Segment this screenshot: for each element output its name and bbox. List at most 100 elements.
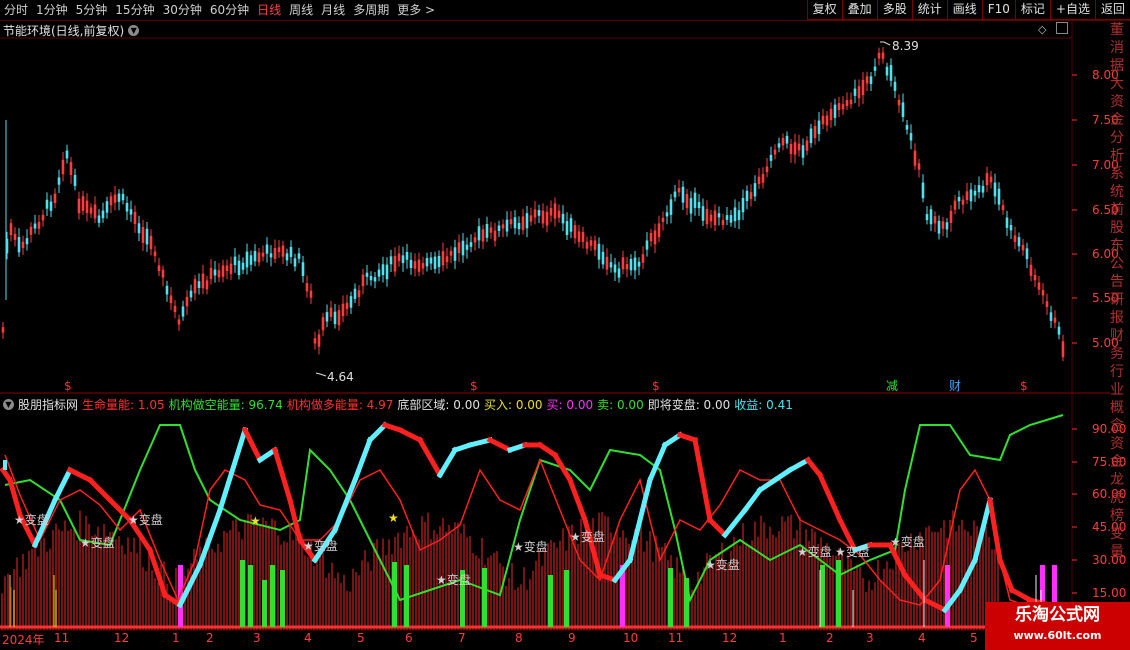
- sell-bar: [668, 568, 673, 627]
- candle-body: [325, 312, 329, 322]
- candle-body: [97, 215, 101, 223]
- candle-body: [465, 244, 469, 250]
- toolbar-button[interactable]: +自选: [1049, 0, 1095, 20]
- candle-body: [545, 211, 549, 226]
- candle-body: [829, 108, 833, 121]
- indicator-name[interactable]: 股朋指标网: [18, 396, 78, 413]
- tab-timeframe[interactable]: 日线: [253, 0, 285, 20]
- candle-body: [593, 240, 597, 250]
- candle-body: [713, 210, 717, 226]
- indicator-header: ▼ 股朋指标网 生命量能: 1.05 机构做空能量: 96.74 机构做多能量: 4…: [3, 396, 797, 413]
- event-marker[interactable]: 财: [949, 379, 961, 393]
- tab-timeframe[interactable]: 周线: [285, 0, 317, 20]
- candle-body: [69, 162, 73, 176]
- candle-body: [389, 256, 393, 265]
- candle-body: [305, 283, 309, 292]
- trend-segment: [804, 456, 824, 479]
- x-tick-label: 8: [515, 631, 523, 645]
- candle-body: [925, 214, 929, 221]
- candle-body: [541, 210, 545, 224]
- candle-body: [577, 231, 581, 242]
- main-chart-title: 节能环境(日线,前复权) ▼: [3, 22, 140, 39]
- diamond-icon[interactable]: ◇: [1038, 23, 1046, 37]
- x-tick-label: 1: [172, 631, 180, 645]
- candle-body: [1001, 205, 1005, 211]
- candle-body: [297, 253, 301, 259]
- chart-canvas: ★ ★: [0, 20, 1110, 631]
- candle-body: [949, 210, 953, 223]
- event-marker[interactable]: $: [64, 379, 72, 393]
- toolbar-button[interactable]: F10: [981, 0, 1015, 20]
- x-tick-label: 4: [304, 631, 312, 645]
- candle-body: [929, 209, 933, 225]
- collapse-icon[interactable]: [1056, 22, 1068, 34]
- x-tick-label: 12: [722, 631, 738, 645]
- candle-body: [633, 257, 637, 271]
- watermark-url: www.60lt.com: [1013, 629, 1102, 642]
- candle-body: [373, 277, 377, 282]
- candle-body: [309, 290, 313, 298]
- candle-body: [845, 99, 849, 107]
- watermark: 乐淘公式网 www.60lt.com: [985, 602, 1130, 650]
- candle-body: [709, 214, 713, 222]
- event-marker[interactable]: $: [470, 379, 478, 393]
- tab-timeframe[interactable]: 月线: [317, 0, 349, 20]
- candle-body: [765, 166, 769, 173]
- toolbar-button[interactable]: 复权: [806, 0, 842, 20]
- chevron-down-icon[interactable]: ▼: [3, 399, 14, 410]
- candle-body: [757, 176, 761, 184]
- candle-body: [189, 290, 193, 298]
- tab-timeframe[interactable]: 5分钟: [72, 0, 112, 20]
- candle-body: [165, 285, 169, 295]
- sell-bar: [248, 565, 253, 627]
- candle-body: [861, 79, 865, 96]
- candle-body: [957, 196, 961, 202]
- event-marker[interactable]: $: [1020, 379, 1028, 393]
- toolbar-button[interactable]: 画线: [946, 0, 982, 20]
- candle-body: [445, 256, 449, 263]
- candle-body: [813, 126, 817, 139]
- candle-body: [193, 279, 197, 294]
- tab-timeframe[interactable]: 多周期: [349, 0, 393, 20]
- candle-body: [933, 216, 937, 224]
- sell-bar: [836, 560, 841, 627]
- candle-body: [93, 204, 97, 219]
- candle-body: [673, 191, 677, 198]
- toolbar-button[interactable]: 返回: [1094, 0, 1130, 20]
- tab-timeframe[interactable]: 1分钟: [32, 0, 72, 20]
- tab-timeframe[interactable]: 更多 >: [393, 0, 439, 20]
- tab-timeframe[interactable]: 30分钟: [159, 0, 206, 20]
- candle-body: [529, 215, 533, 222]
- trend-segment: [216, 426, 249, 514]
- toolbar-button[interactable]: 多股: [876, 0, 912, 20]
- candle-body: [169, 295, 173, 304]
- event-marker[interactable]: 减: [886, 379, 898, 393]
- candle-body: [357, 290, 361, 298]
- toolbar-button[interactable]: 标记: [1014, 0, 1050, 20]
- candle-body: [173, 305, 177, 313]
- toolbar-button[interactable]: 叠加: [841, 0, 877, 20]
- watermark-title: 乐淘公式网: [1015, 605, 1100, 625]
- tab-timeframe[interactable]: 15分钟: [111, 0, 158, 20]
- indicator-readout: 卖: 0.00: [597, 398, 644, 412]
- x-tick-label: 4: [918, 631, 926, 645]
- candle-body: [1033, 274, 1037, 281]
- candle-body: [705, 209, 709, 225]
- tab-timeframe[interactable]: 分时: [0, 0, 32, 20]
- tab-timeframe[interactable]: 60分钟: [206, 0, 253, 20]
- candle-body: [1009, 225, 1013, 231]
- candle-body: [81, 196, 85, 211]
- candle-body: [281, 245, 285, 257]
- candle-body: [837, 103, 841, 111]
- candle-body: [641, 254, 645, 263]
- event-marker[interactable]: $: [652, 379, 660, 393]
- candle-body: [157, 265, 161, 272]
- toolbar-button[interactable]: 统计: [911, 0, 947, 20]
- indicator-readout: 机构做空能量: 96.74: [168, 398, 283, 412]
- candle-body: [1061, 341, 1065, 358]
- candle-body: [457, 242, 461, 254]
- candle-body: [497, 225, 501, 231]
- candle-body: [993, 182, 997, 197]
- candle-body: [525, 213, 529, 229]
- chevron-down-icon[interactable]: ▼: [128, 25, 140, 36]
